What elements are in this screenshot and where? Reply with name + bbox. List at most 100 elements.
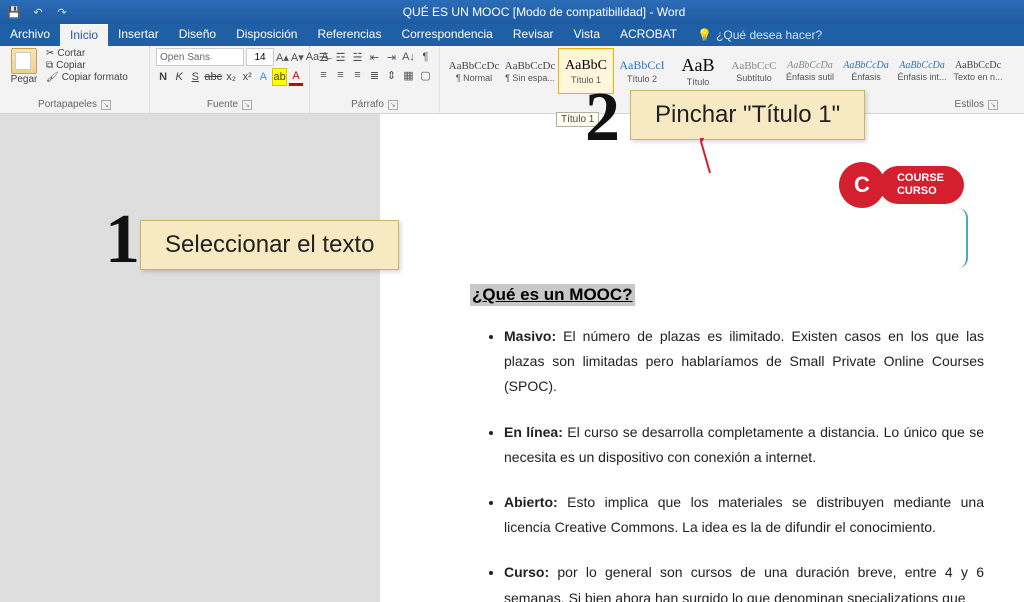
styles-group-label: Estilos <box>955 99 984 110</box>
menu-layout[interactable]: Disposición <box>226 24 307 46</box>
align-center-icon[interactable]: ≡ <box>333 66 348 84</box>
menu-home[interactable]: Inicio <box>60 24 108 46</box>
paste-button[interactable]: Pegar <box>6 48 42 85</box>
clipboard-launcher-icon[interactable]: ↘ <box>101 100 111 110</box>
quick-access-toolbar: 💾 ↶ ↷ <box>6 4 70 20</box>
cut-button[interactable]: ✂Cortar <box>46 48 128 59</box>
justify-icon[interactable]: ≣ <box>367 66 382 84</box>
paragraph-group-label: Párrafo <box>351 99 384 110</box>
font-size-input[interactable] <box>246 48 274 66</box>
annotation-number-1: 1 <box>105 200 140 280</box>
badge-pill: COURSE CURSO <box>879 166 964 204</box>
badge-letter: C <box>839 162 885 208</box>
multilevel-icon[interactable]: ☱ <box>350 48 365 66</box>
outdent-icon[interactable]: ⇤ <box>367 48 382 66</box>
style-item-t-tulo-2[interactable]: AaBbCcITítulo 2 <box>614 48 670 94</box>
style-item-texto-en-n-[interactable]: AaBbCcDcTexto en n... <box>950 48 1006 94</box>
group-paragraph: ☰ ☲ ☱ ⇤ ⇥ A↓ ¶ ≡ ≡ ≡ ≣ ⇕ ▦ ▢ Párrafo ↘ <box>310 46 440 113</box>
titlebar: 💾 ↶ ↷ QUÉ ES UN MOOC [Modo de compatibil… <box>0 0 1024 24</box>
sort-icon[interactable]: A↓ <box>401 48 416 66</box>
font-name-input[interactable] <box>156 48 244 66</box>
borders-icon[interactable]: ▢ <box>418 66 433 84</box>
group-clipboard: Pegar ✂Cortar ⧉Copiar 🖌Copiar formato Po… <box>0 46 150 113</box>
annotation-number-2: 2 <box>585 78 620 158</box>
course-badge: C COURSE CURSO <box>839 162 964 208</box>
highlight-icon[interactable]: ab <box>272 68 287 86</box>
lightbulb-icon: 💡 <box>697 28 712 42</box>
subscript-button[interactable]: x₂ <box>224 68 238 86</box>
style-item--sin-espa-[interactable]: AaBbCcDc¶ Sin espa... <box>502 48 558 94</box>
line-spacing-icon[interactable]: ⇕ <box>384 66 399 84</box>
menubar: Archivo Inicio Insertar Diseño Disposici… <box>0 24 1024 46</box>
menu-references[interactable]: Referencias <box>307 24 391 46</box>
style-item--nfasis[interactable]: AaBbCcDaÉnfasis <box>838 48 894 94</box>
paste-label: Pegar <box>11 74 38 85</box>
list-item[interactable]: En línea: El curso se desarrolla complet… <box>504 420 984 470</box>
window-title: QUÉ ES UN MOOC [Modo de compatibilidad] … <box>70 5 1018 19</box>
copy-icon: ⧉ <box>46 60 53 71</box>
badge-line2: CURSO <box>897 185 944 198</box>
copy-button[interactable]: ⧉Copiar <box>46 60 128 71</box>
superscript-button[interactable]: x² <box>240 68 254 86</box>
numbering-icon[interactable]: ☲ <box>333 48 348 66</box>
text-effects-icon[interactable]: A <box>256 68 270 86</box>
menu-review[interactable]: Revisar <box>503 24 564 46</box>
style-item--nfasis-sutil[interactable]: AaBbCcDaÉnfasis sutil <box>782 48 838 94</box>
menu-design[interactable]: Diseño <box>169 24 226 46</box>
annotation-step-2: Pinchar "Título 1" <box>630 90 865 140</box>
shrink-font-icon[interactable]: A▾ <box>291 48 304 66</box>
style-item-subt-tulo[interactable]: AaBbCcCSubtítulo <box>726 48 782 94</box>
tell-me-search[interactable]: 💡 ¿Qué desea hacer? <box>687 24 832 46</box>
menu-mailings[interactable]: Correspondencia <box>391 24 502 46</box>
font-launcher-icon[interactable]: ↘ <box>242 100 252 110</box>
document-bullet-list[interactable]: Masivo: El número de plazas es ilimitado… <box>504 324 984 602</box>
style-item-t-tulo[interactable]: AaBTítulo <box>670 48 726 94</box>
connector-line <box>700 138 770 178</box>
paragraph-launcher-icon[interactable]: ↘ <box>388 100 398 110</box>
menu-insert[interactable]: Insertar <box>108 24 169 46</box>
group-font: A▴ A▾ Aa A̶ N K S abc x₂ x² A ab A Fuent… <box>150 46 310 113</box>
menu-view[interactable]: Vista <box>564 24 610 46</box>
ribbon: Pegar ✂Cortar ⧉Copiar 🖌Copiar formato Po… <box>0 46 1024 114</box>
list-item[interactable]: Abierto: Esto implica que los materiales… <box>504 490 984 540</box>
tell-me-label: ¿Qué desea hacer? <box>716 28 822 42</box>
callout-bracket <box>948 208 968 268</box>
redo-icon[interactable]: ↷ <box>54 4 70 20</box>
italic-button[interactable]: K <box>172 68 186 86</box>
list-item[interactable]: Curso: por lo general son cursos de una … <box>504 560 984 602</box>
page-margin-left <box>0 114 380 602</box>
clipboard-group-label: Portapapeles <box>38 99 97 110</box>
shading-icon[interactable]: ▦ <box>401 66 416 84</box>
style-item--nfasis-int-[interactable]: AaBbCcDaÉnfasis int... <box>894 48 950 94</box>
pilcrow-icon[interactable]: ¶ <box>418 48 433 66</box>
indent-icon[interactable]: ⇥ <box>384 48 399 66</box>
strike-button[interactable]: abc <box>204 68 222 86</box>
align-left-icon[interactable]: ≡ <box>316 66 331 84</box>
undo-icon[interactable]: ↶ <box>30 4 46 20</box>
copy-label: Copiar <box>56 60 85 71</box>
font-color-icon[interactable]: A <box>289 68 303 86</box>
font-group-label: Fuente <box>207 99 238 110</box>
bold-button[interactable]: N <box>156 68 170 86</box>
document-title[interactable]: ¿Qué es un MOOC? <box>470 284 635 306</box>
align-right-icon[interactable]: ≡ <box>350 66 365 84</box>
cut-label: Cortar <box>57 48 85 59</box>
format-painter-label: Copiar formato <box>62 72 128 83</box>
brush-icon: 🖌 <box>46 72 59 83</box>
format-painter-button[interactable]: 🖌Copiar formato <box>46 72 128 83</box>
style-item--normal[interactable]: AaBbCcDc¶ Normal <box>446 48 502 94</box>
grow-font-icon[interactable]: A▴ <box>276 48 289 66</box>
underline-button[interactable]: S <box>188 68 202 86</box>
menu-acrobat[interactable]: ACROBAT <box>610 24 687 46</box>
paste-icon <box>11 48 37 74</box>
list-item[interactable]: Masivo: El número de plazas es ilimitado… <box>504 324 984 400</box>
styles-launcher-icon[interactable]: ↘ <box>988 100 998 110</box>
save-icon[interactable]: 💾 <box>6 4 22 20</box>
badge-line1: COURSE <box>897 172 944 185</box>
scissors-icon: ✂ <box>46 48 54 59</box>
document-page[interactable]: C COURSE CURSO ¿Qué es un MOOC? Masivo: … <box>380 114 1024 602</box>
annotation-step-1: Seleccionar el texto <box>140 220 399 270</box>
bullets-icon[interactable]: ☰ <box>316 48 331 66</box>
menu-file[interactable]: Archivo <box>0 24 60 46</box>
document-area: C COURSE CURSO ¿Qué es un MOOC? Masivo: … <box>0 114 1024 602</box>
